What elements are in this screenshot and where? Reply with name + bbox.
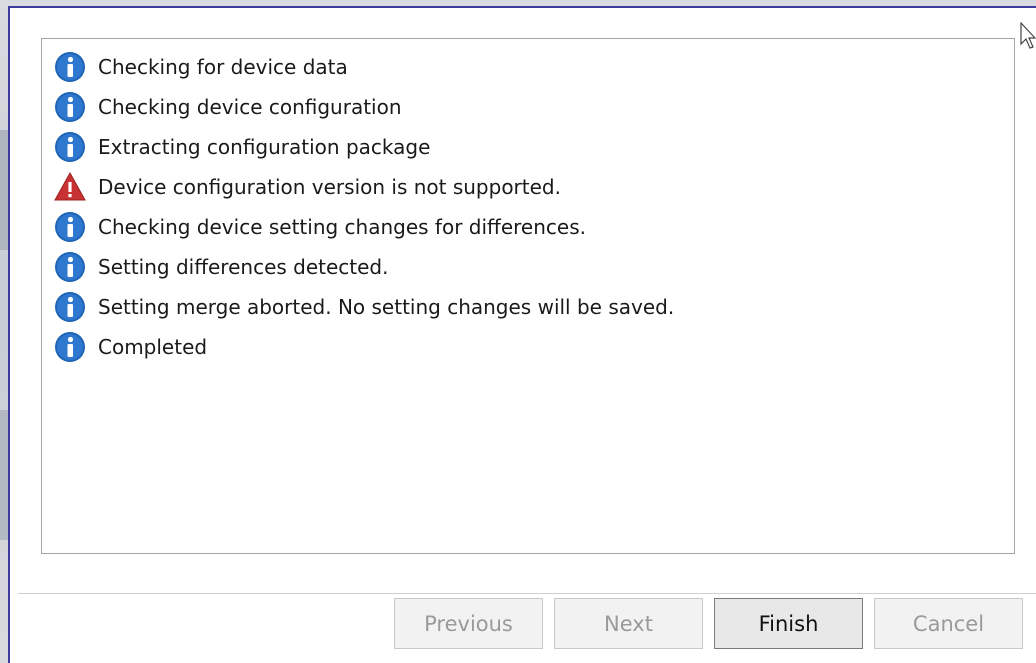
info-icon xyxy=(55,212,85,242)
log-item-text: Extracting configuration package xyxy=(98,135,431,159)
log-item: Setting merge aborted. No setting change… xyxy=(54,287,1014,327)
log-item: Checking for device data xyxy=(54,47,1014,87)
finish-button[interactable]: Finish xyxy=(714,598,863,649)
info-icon xyxy=(55,332,85,362)
previous-button[interactable]: Previous xyxy=(394,598,543,649)
footer-divider xyxy=(18,593,1036,594)
status-log-list[interactable]: Checking for device data Checking device… xyxy=(41,38,1015,554)
log-item-text: Checking device configuration xyxy=(98,95,402,119)
info-icon xyxy=(55,132,85,162)
log-item-text: Setting differences detected. xyxy=(98,255,389,279)
warning-icon xyxy=(54,171,86,201)
log-item: Checking device setting changes for diff… xyxy=(54,207,1014,247)
log-item-text: Setting merge aborted. No setting change… xyxy=(98,295,675,319)
next-button[interactable]: Next xyxy=(554,598,703,649)
info-icon xyxy=(55,252,85,282)
log-item: Setting differences detected. xyxy=(54,247,1014,287)
cancel-button[interactable]: Cancel xyxy=(874,598,1023,649)
info-icon xyxy=(55,92,85,122)
wizard-dialog: Checking for device data Checking device… xyxy=(8,6,1036,663)
log-item-text: Completed xyxy=(98,335,208,359)
log-item-text: Checking for device data xyxy=(98,55,348,79)
log-item: Extracting configuration package xyxy=(54,127,1014,167)
info-icon xyxy=(55,292,85,322)
log-item: Completed xyxy=(54,327,1014,367)
screen: Checking for device data Checking device… xyxy=(0,0,1036,663)
log-item: Checking device configuration xyxy=(54,87,1014,127)
info-icon xyxy=(55,52,85,82)
log-item: Device configuration version is not supp… xyxy=(54,167,1014,207)
log-item-text: Checking device setting changes for diff… xyxy=(98,215,586,239)
mouse-cursor-icon xyxy=(1020,22,1036,49)
log-item-text: Device configuration version is not supp… xyxy=(98,175,561,199)
